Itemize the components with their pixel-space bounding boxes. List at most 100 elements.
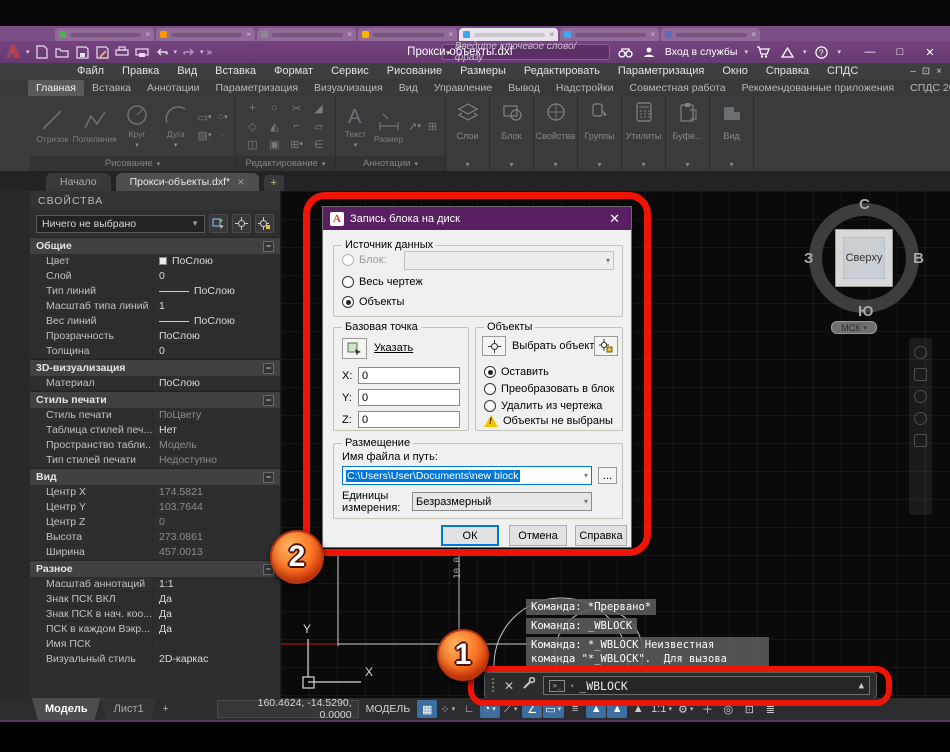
ribbon-tab[interactable]: Вывод bbox=[500, 80, 548, 96]
circle-button[interactable]: Круг▾ bbox=[119, 99, 156, 153]
ribbon-tab[interactable]: Совместная работа bbox=[622, 80, 734, 96]
collapse-icon[interactable]: − bbox=[263, 395, 274, 406]
undo-caret-icon[interactable]: ▾ bbox=[174, 48, 178, 56]
navigation-bar[interactable] bbox=[909, 338, 932, 515]
tab-close-icon[interactable]: × bbox=[246, 31, 251, 39]
ribbon-tab[interactable]: Вид bbox=[391, 80, 426, 96]
isolate-objects-icon[interactable]: ◎ bbox=[718, 700, 738, 718]
section-header[interactable]: Разное− bbox=[30, 561, 280, 577]
doc-close-icon[interactable]: ✕ bbox=[237, 177, 245, 188]
ribbon-tab[interactable]: Аннотации bbox=[139, 80, 208, 96]
scale-selector[interactable]: 1:1▾ bbox=[649, 700, 675, 718]
radio-objects[interactable]: Объекты bbox=[342, 296, 404, 308]
new-layout-icon[interactable]: + bbox=[157, 703, 175, 715]
command-line-bar[interactable]: ✕ >_ ▾ _WBLOCK ▲ bbox=[484, 672, 877, 698]
collapse-icon[interactable]: − bbox=[263, 363, 274, 374]
print-icon[interactable] bbox=[134, 44, 151, 60]
section-header[interactable]: Общие− bbox=[30, 238, 280, 254]
select-objects-button[interactable] bbox=[482, 336, 506, 356]
pick-point-label[interactable]: Указать bbox=[374, 342, 413, 354]
ribbon-panel-view[interactable]: Вид▾ bbox=[710, 96, 754, 171]
property-row[interactable]: Центр Z0 bbox=[30, 515, 280, 530]
autoscale-toggle[interactable]: ▲ bbox=[607, 700, 627, 718]
polar-tracking-toggle[interactable]: ◔▾ bbox=[480, 700, 500, 718]
table-icon[interactable]: ⊞ bbox=[424, 118, 441, 135]
snap-toggle[interactable]: ⁘▾ bbox=[438, 700, 458, 718]
panel-title-annotate[interactable]: Аннотации▾ bbox=[336, 156, 445, 171]
tab-close-icon[interactable]: × bbox=[549, 31, 554, 39]
viewcube-east[interactable]: В bbox=[913, 250, 924, 267]
mdi-minimize-icon[interactable]: ‒ bbox=[910, 66, 916, 77]
status-menu-icon[interactable]: ≣ bbox=[760, 700, 780, 718]
isometric-toggle[interactable]: ⟋▾ bbox=[501, 700, 521, 718]
ribbon-tab[interactable]: Надстройки bbox=[548, 80, 622, 96]
property-row[interactable]: Высота273.0861 bbox=[30, 530, 280, 545]
help-icon[interactable]: ? bbox=[813, 44, 830, 60]
x-input[interactable]: 0 bbox=[358, 367, 460, 384]
property-row[interactable]: Тип стилей печатиНедоступно bbox=[30, 453, 280, 468]
maximize-button[interactable]: □ bbox=[886, 43, 914, 61]
annotation-scale-icon[interactable]: ▲ bbox=[628, 700, 648, 718]
undo-icon[interactable] bbox=[154, 44, 171, 60]
leader-icon[interactable]: ↗▾ bbox=[406, 118, 423, 135]
dialog-title-bar[interactable]: A Запись блока на диск ✕ bbox=[323, 207, 631, 230]
menu-item[interactable]: Правка bbox=[113, 65, 168, 77]
z-input[interactable]: 0 bbox=[358, 411, 460, 428]
move-icon[interactable]: + bbox=[242, 100, 263, 117]
nav-wheel-icon[interactable] bbox=[914, 346, 927, 359]
browser-tab-active[interactable]: × bbox=[459, 28, 558, 41]
pan-icon[interactable] bbox=[914, 368, 927, 381]
browser-tab[interactable]: × bbox=[358, 28, 457, 41]
select-objects-label[interactable]: Выбрать объекты bbox=[512, 340, 602, 352]
mdi-close-icon[interactable]: × bbox=[936, 66, 942, 77]
property-row[interactable]: Знак ПСК в нач. коо...Да bbox=[30, 607, 280, 622]
ribbon-panel-layers[interactable]: Слои▾ bbox=[446, 96, 490, 171]
y-input[interactable]: 0 bbox=[358, 389, 460, 406]
customize-wrench-icon[interactable] bbox=[522, 677, 535, 695]
point-icon[interactable]: · bbox=[214, 127, 231, 144]
help-button[interactable]: Справка bbox=[575, 525, 627, 546]
annotation-visibility-toggle[interactable]: ▲ bbox=[586, 700, 606, 718]
zoom-icon[interactable] bbox=[914, 390, 927, 403]
menu-item[interactable]: Вид bbox=[168, 65, 206, 77]
panel-title-edit[interactable]: Редактирование▾ bbox=[236, 156, 335, 171]
ok-button[interactable]: ОК bbox=[441, 525, 499, 546]
signin-label[interactable]: Вход в службы bbox=[665, 46, 738, 58]
property-row[interactable]: Центр Y103.7644 bbox=[30, 500, 280, 515]
rotate-icon[interactable]: ○ bbox=[264, 100, 285, 117]
offset-icon[interactable]: ∈ bbox=[308, 136, 329, 153]
lineweight-toggle[interactable]: ≡ bbox=[565, 700, 585, 718]
radio-delete-from-drawing[interactable]: Удалить из чертежа bbox=[484, 400, 602, 412]
property-row[interactable]: Толщина0 bbox=[30, 344, 280, 359]
tab-close-icon[interactable]: × bbox=[145, 31, 150, 39]
property-row[interactable]: Масштаб типа линий1 bbox=[30, 299, 280, 314]
customization-plus-icon[interactable]: ＋ bbox=[697, 700, 717, 718]
property-row[interactable]: Ширина457.0013 bbox=[30, 545, 280, 560]
select-objects-icon[interactable] bbox=[255, 214, 274, 233]
steering-icon[interactable] bbox=[914, 434, 927, 447]
browser-tab[interactable]: × bbox=[156, 28, 255, 41]
property-row[interactable]: Вес линийПоСлою bbox=[30, 314, 280, 329]
line-button[interactable]: Отрезок bbox=[34, 99, 71, 153]
browser-tab[interactable]: × bbox=[55, 28, 154, 41]
radio-whole-drawing[interactable]: Весь чертеж bbox=[342, 276, 423, 288]
minimize-button[interactable]: — bbox=[856, 43, 884, 61]
stretch-icon[interactable]: ◫ bbox=[242, 136, 263, 153]
object-snap-toggle[interactable]: ▭▾ bbox=[543, 700, 564, 718]
tab-close-icon[interactable]: × bbox=[751, 31, 756, 39]
quick-select-button[interactable] bbox=[594, 336, 618, 356]
property-row[interactable]: Имя ПСК bbox=[30, 637, 280, 652]
tab-close-icon[interactable]: × bbox=[347, 31, 352, 39]
ribbon-tab[interactable]: Управление bbox=[426, 80, 500, 96]
ribbon-panel-block[interactable]: Блок▾ bbox=[490, 96, 534, 171]
qat-more-icon[interactable]: » bbox=[207, 47, 213, 58]
mdi-restore-icon[interactable]: ⊡ bbox=[922, 66, 930, 77]
menu-item[interactable]: Справка bbox=[757, 65, 818, 77]
collapse-icon[interactable]: − bbox=[263, 472, 274, 483]
app-logo-icon[interactable]: A bbox=[0, 42, 26, 62]
pick-point-icon[interactable] bbox=[232, 214, 251, 233]
property-row[interactable]: Тип линийПоСлою bbox=[30, 284, 280, 299]
hatch-icon[interactable]: ▨▾ bbox=[196, 127, 213, 144]
selection-dropdown[interactable]: Ничего не выбрано▼ bbox=[36, 215, 205, 233]
section-header[interactable]: Стиль печати− bbox=[30, 392, 280, 408]
